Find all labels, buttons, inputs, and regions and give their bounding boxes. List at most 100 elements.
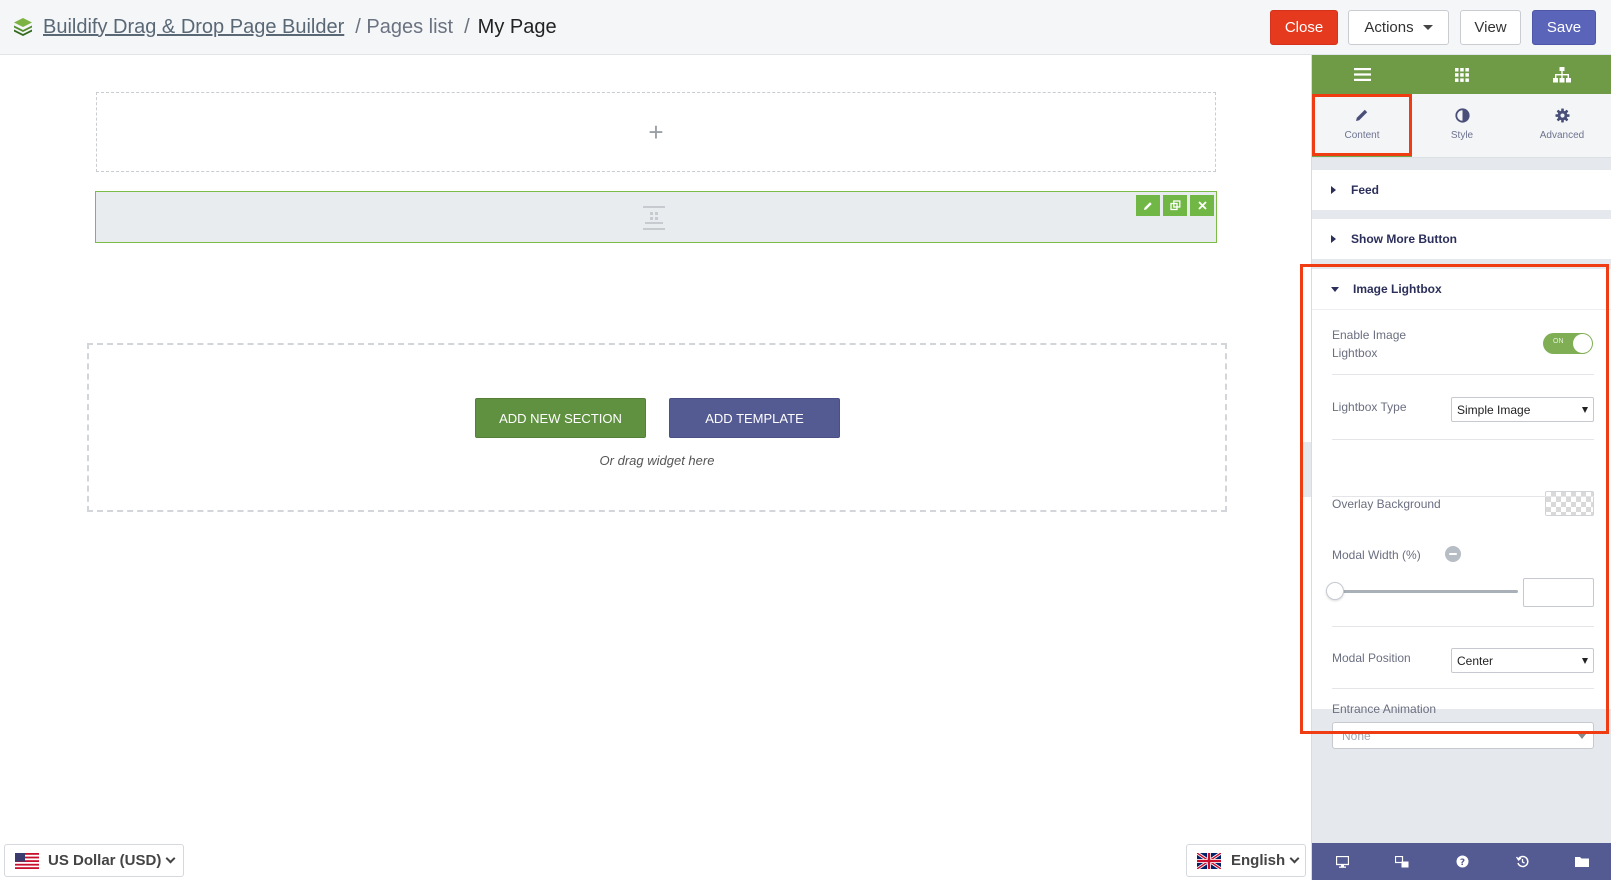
uk-flag-icon: [1197, 852, 1221, 869]
templates-folder-button[interactable]: [1552, 843, 1611, 880]
divider: [1332, 374, 1594, 375]
section-block[interactable]: [95, 191, 1217, 243]
page-title: My Page: [477, 15, 557, 38]
currency-selector[interactable]: US Dollar (USD): [4, 844, 184, 877]
entrance-animation-select[interactable]: None: [1332, 722, 1594, 749]
entrance-animation-value: None: [1342, 728, 1371, 743]
panel-header: [1312, 55, 1611, 94]
toggle-on-text: ON: [1553, 338, 1564, 345]
plus-icon[interactable]: +: [648, 117, 663, 148]
widget-placeholder-icon: [643, 206, 665, 230]
modal-width-label: Modal Width (%): [1332, 548, 1421, 562]
accordion-feed[interactable]: Feed: [1312, 170, 1611, 210]
actions-label: Actions: [1364, 19, 1414, 36]
caret-right-icon: [1331, 186, 1336, 194]
breadcrumb-app-link[interactable]: Buildify Drag & Drop Page Builder: [43, 16, 344, 39]
widgets-grid-button[interactable]: [1412, 55, 1512, 94]
panel-collapse-handle[interactable]: [1300, 442, 1311, 497]
panel-tabs: Content Style Advanced: [1312, 94, 1611, 158]
help-icon: ?: [1456, 855, 1468, 868]
dropdown-arrow-icon: [1582, 407, 1588, 413]
divider-overlay: [1332, 496, 1594, 497]
overlay-background-color-picker[interactable]: [1545, 491, 1594, 516]
overlay-background-label: Overlay Background: [1332, 497, 1441, 511]
pencil-icon: [1144, 201, 1152, 210]
contrast-icon: [1454, 107, 1470, 123]
entrance-animation-label: Entrance Animation: [1332, 702, 1437, 716]
svg-text:?: ?: [1459, 858, 1464, 868]
us-flag-icon: [15, 852, 39, 869]
chevron-down-icon: [165, 853, 176, 864]
modal-width-input[interactable]: [1523, 578, 1594, 607]
duplicate-section-button[interactable]: [1163, 195, 1187, 216]
actions-dropdown-button[interactable]: Actions: [1348, 10, 1449, 45]
history-icon: [1515, 855, 1528, 868]
modal-width-slider-handle[interactable]: [1326, 582, 1344, 600]
accordion-image-lightbox-label: Image Lightbox: [1353, 282, 1442, 296]
accordion-feed-label: Feed: [1351, 183, 1380, 197]
lightbox-type-label: Lightbox Type: [1332, 400, 1407, 414]
caret-down-icon: [1331, 286, 1339, 292]
tab-style-label: Style: [1450, 130, 1474, 141]
history-button[interactable]: [1492, 843, 1552, 880]
responsive-mode-button[interactable]: [1312, 843, 1372, 880]
folder-icon: [1575, 857, 1589, 867]
tab-advanced-label: Advanced: [1539, 130, 1585, 141]
dropdown-arrow-icon: [1582, 658, 1588, 664]
modal-width-slider-track[interactable]: [1336, 590, 1518, 593]
caret-down-icon: [1422, 25, 1433, 30]
caret-right-icon: [1331, 235, 1336, 243]
view-button[interactable]: View: [1460, 10, 1521, 45]
empty-drop-zone[interactable]: +: [96, 92, 1216, 172]
delete-section-button[interactable]: [1190, 195, 1214, 216]
modal-position-value: Center: [1457, 653, 1494, 668]
edit-section-button[interactable]: [1136, 195, 1160, 216]
help-button[interactable]: ?: [1432, 843, 1492, 880]
tab-content-label: Content: [1344, 130, 1380, 141]
hamburger-menu-icon: [1353, 68, 1371, 81]
divider: [1332, 626, 1594, 627]
lightbox-type-select[interactable]: Simple Image: [1451, 397, 1594, 422]
breadcrumb-separator: /: [464, 15, 470, 38]
language-switch-button[interactable]: [1372, 843, 1432, 880]
tab-advanced[interactable]: Advanced: [1512, 94, 1611, 157]
tab-style[interactable]: Style: [1412, 94, 1512, 157]
enable-lightbox-label: Enable Image Lightbox: [1332, 328, 1407, 360]
save-button[interactable]: Save: [1532, 10, 1596, 45]
responsive-toggle-icon[interactable]: [1445, 546, 1461, 562]
translate-icon: [1395, 855, 1409, 867]
panel-footer: ?: [1312, 843, 1611, 880]
breadcrumb-pages-list[interactable]: / Pages list: [355, 16, 453, 39]
navigator-button[interactable]: [1512, 55, 1611, 94]
modal-position-label: Modal Position: [1332, 651, 1411, 665]
duplicate-icon: [1169, 200, 1180, 211]
accordion-show-more-label: Show More Button: [1351, 232, 1457, 246]
language-label: English: [1231, 852, 1286, 869]
menu-button[interactable]: [1312, 55, 1412, 94]
add-new-section-button[interactable]: ADD NEW SECTION: [475, 398, 646, 438]
accordion-image-lightbox[interactable]: Image Lightbox: [1312, 269, 1611, 309]
pencil-icon: [1356, 109, 1368, 121]
close-button[interactable]: Close: [1270, 10, 1338, 45]
lightbox-type-value: Simple Image: [1457, 402, 1531, 417]
add-template-button[interactable]: ADD TEMPLATE: [669, 398, 840, 438]
buildify-logo-icon: [14, 18, 32, 36]
dropdown-arrow-icon: [1578, 734, 1586, 739]
modal-position-select[interactable]: Center: [1451, 648, 1594, 673]
drag-widget-hint: Or drag widget here: [599, 453, 715, 468]
add-section-area[interactable]: ADD NEW SECTION ADD TEMPLATE Or drag wid…: [87, 343, 1227, 512]
language-selector[interactable]: English: [1186, 844, 1306, 877]
enable-lightbox-toggle[interactable]: ON: [1543, 333, 1593, 354]
gear-icon: [1554, 107, 1570, 123]
image-lightbox-settings: Enable Image Lightbox ON Lightbox Type S…: [1312, 309, 1611, 749]
divider: [1332, 439, 1594, 440]
accordion-show-more-button[interactable]: Show More Button: [1312, 219, 1611, 259]
toggle-knob: [1573, 334, 1592, 353]
editor-panel: Content Style Advanced Feed Show More Bu…: [1311, 55, 1611, 880]
desktop-icon: [1335, 855, 1349, 868]
tab-content[interactable]: Content: [1312, 94, 1412, 157]
grid-icon: [1455, 67, 1469, 82]
chevron-down-icon: [1289, 853, 1300, 864]
currency-label: US Dollar (USD): [48, 852, 162, 869]
section-toolbar: [1136, 195, 1214, 216]
